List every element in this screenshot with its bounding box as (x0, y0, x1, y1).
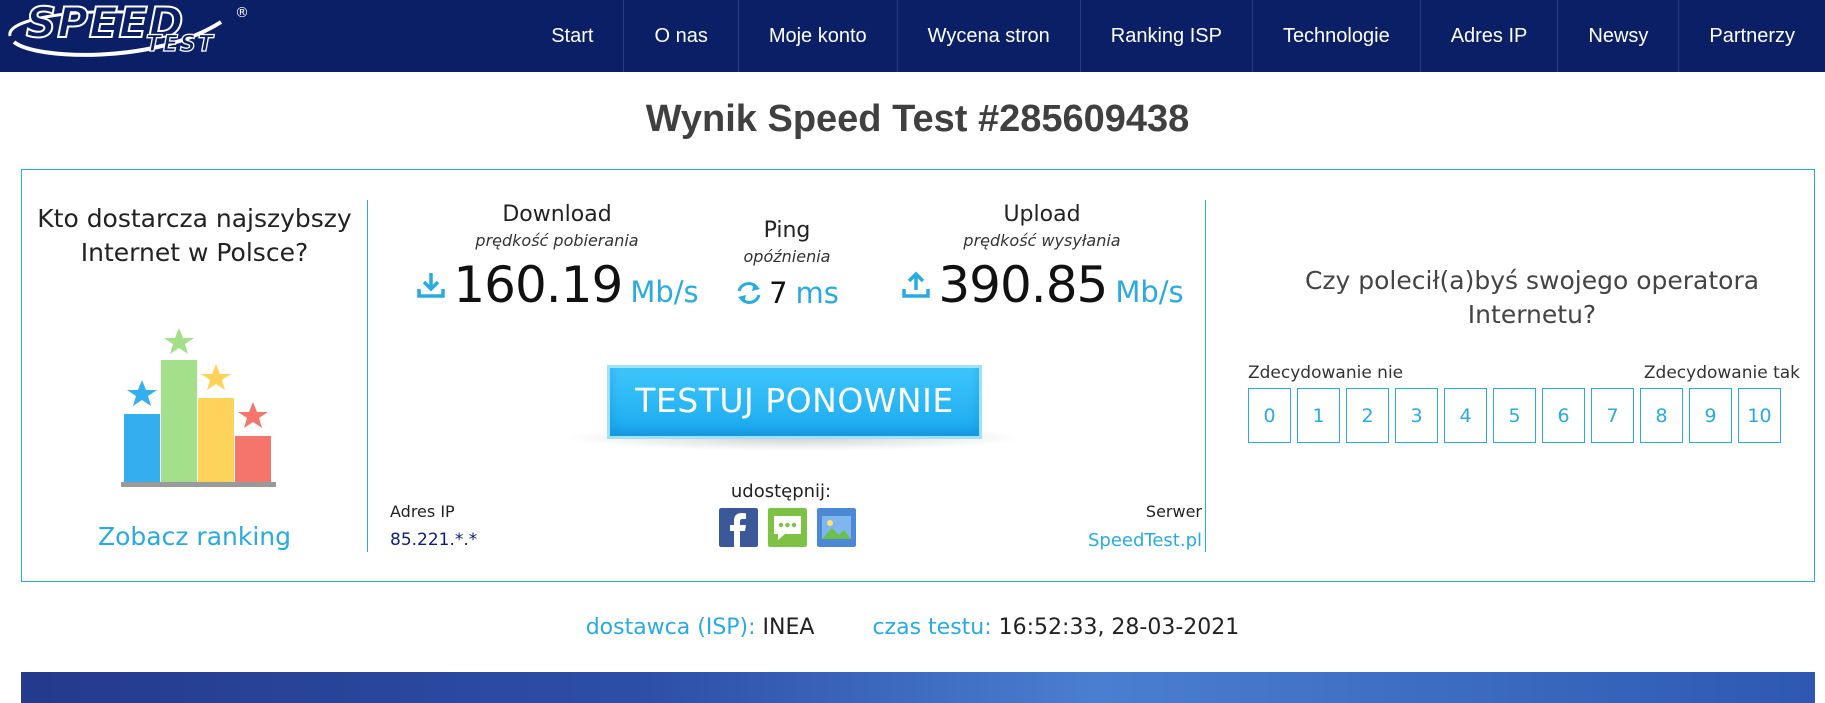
upload-value-row: 390.85 Mb/s (882, 256, 1202, 314)
ping-value: 7 (769, 276, 788, 310)
rating-option-0[interactable]: 0 (1248, 388, 1291, 443)
server-label: Serwer (1145, 502, 1202, 521)
upload-metric: Upload prędkość wysyłania 390.85 Mb/s (882, 202, 1202, 314)
comment-icon[interactable] (768, 508, 807, 547)
rating-option-5[interactable]: 5 (1493, 388, 1536, 443)
nav-item-start[interactable]: Start (521, 0, 623, 72)
nav-item-newsy[interactable]: Newsy (1557, 0, 1678, 72)
page-title: Wynik Speed Test #285609438 (645, 98, 1190, 140)
upload-unit: Mb/s (1115, 275, 1184, 309)
registered-mark: ® (235, 5, 249, 21)
ping-subtitle: opóźnienia (743, 247, 831, 266)
download-title: Download (502, 202, 612, 227)
recommend-question: Czy polecił(a)byś swojego operatora Inte… (1304, 266, 1760, 329)
ranking-question: Kto dostarcza najszybszy Internet w Pols… (37, 204, 352, 267)
ping-title: Ping (763, 218, 811, 243)
nav-item-partnerzy[interactable]: Partnerzy (1678, 0, 1825, 72)
ping-value-row: 7 ms (702, 276, 872, 310)
top-nav: SPEED TEST ® Start O nas Moje konto Wyce… (0, 0, 1825, 72)
facebook-icon[interactable] (719, 508, 758, 547)
refresh-icon (737, 282, 761, 304)
test-info: dostawca (ISP): INEA czas testu: 16:52:3… (0, 615, 1825, 640)
download-value: 160.19 (453, 256, 623, 314)
nav-item-moje-konto[interactable]: Moje konto (737, 0, 897, 72)
rating-option-10[interactable]: 10 (1738, 388, 1781, 443)
nav-item-ranking-isp[interactable]: Ranking ISP (1079, 0, 1252, 72)
rating-option-9[interactable]: 9 (1689, 388, 1732, 443)
recommend-low-label: Zdecydowanie nie (1248, 363, 1404, 383)
retest-button[interactable]: TESTUJ PONOWNIE (607, 365, 982, 439)
ranking-chart-icon[interactable] (117, 328, 277, 488)
download-unit: Mb/s (630, 275, 699, 309)
retest-button-wrap: TESTUJ PONOWNIE (562, 365, 1027, 451)
upload-subtitle: prędkość wysyłania (963, 231, 1121, 250)
ping-metric: Ping opóźnienia 7 ms (702, 218, 872, 310)
download-subtitle: prędkość pobierania (475, 231, 639, 250)
download-metric: Download prędkość pobierania 160.19 Mb/s (402, 202, 712, 314)
rating-option-2[interactable]: 2 (1346, 388, 1389, 443)
download-value-row: 160.19 Mb/s (402, 256, 712, 314)
upload-title: Upload (1003, 202, 1081, 227)
rating-option-8[interactable]: 8 (1640, 388, 1683, 443)
server-link[interactable]: SpeedTest.pl (1052, 530, 1202, 551)
rating-option-1[interactable]: 1 (1297, 388, 1340, 443)
share-label: udostępnij: (730, 481, 832, 502)
download-icon (417, 273, 446, 298)
isp-value: INEA (762, 615, 815, 640)
upload-icon (902, 271, 931, 298)
test-time-value: 16:52:33, 28-03-2021 (998, 615, 1240, 640)
main-menu: Start O nas Moje konto Wycena stron Rank… (521, 0, 1825, 72)
speedtest-logo[interactable]: SPEED TEST ® (6, 0, 256, 62)
logo-subtext: TEST (145, 31, 215, 57)
nav-item-technologie[interactable]: Technologie (1251, 0, 1420, 72)
test-time-label: czas testu: (872, 615, 992, 640)
ip-value: 85.221.*.* (390, 530, 478, 550)
recommend-high-label: Zdecydowanie tak (1643, 363, 1800, 383)
image-icon[interactable] (817, 508, 856, 547)
rating-option-7[interactable]: 7 (1591, 388, 1634, 443)
rating-option-3[interactable]: 3 (1395, 388, 1438, 443)
rating-option-6[interactable]: 6 (1542, 388, 1585, 443)
nav-item-o-nas[interactable]: O nas (623, 0, 737, 72)
ip-label: Adres IP (390, 502, 455, 521)
upload-value: 390.85 (938, 256, 1108, 314)
panel-divider-left (367, 200, 368, 552)
bottom-banner (21, 672, 1815, 703)
results-panel: Kto dostarcza najszybszy Internet w Pols… (21, 169, 1815, 582)
isp-label: dostawca (ISP): (585, 615, 756, 640)
panel-divider-right (1205, 200, 1206, 552)
rating-scale: 0 1 2 3 4 5 6 7 8 9 10 (1248, 388, 1781, 443)
see-ranking-link[interactable]: Zobacz ranking (22, 522, 367, 551)
ping-unit: ms (795, 276, 839, 310)
nav-item-wycena-stron[interactable]: Wycena stron (896, 0, 1080, 72)
share-buttons (719, 508, 856, 547)
nav-item-adres-ip[interactable]: Adres IP (1419, 0, 1558, 72)
rating-option-4[interactable]: 4 (1444, 388, 1487, 443)
